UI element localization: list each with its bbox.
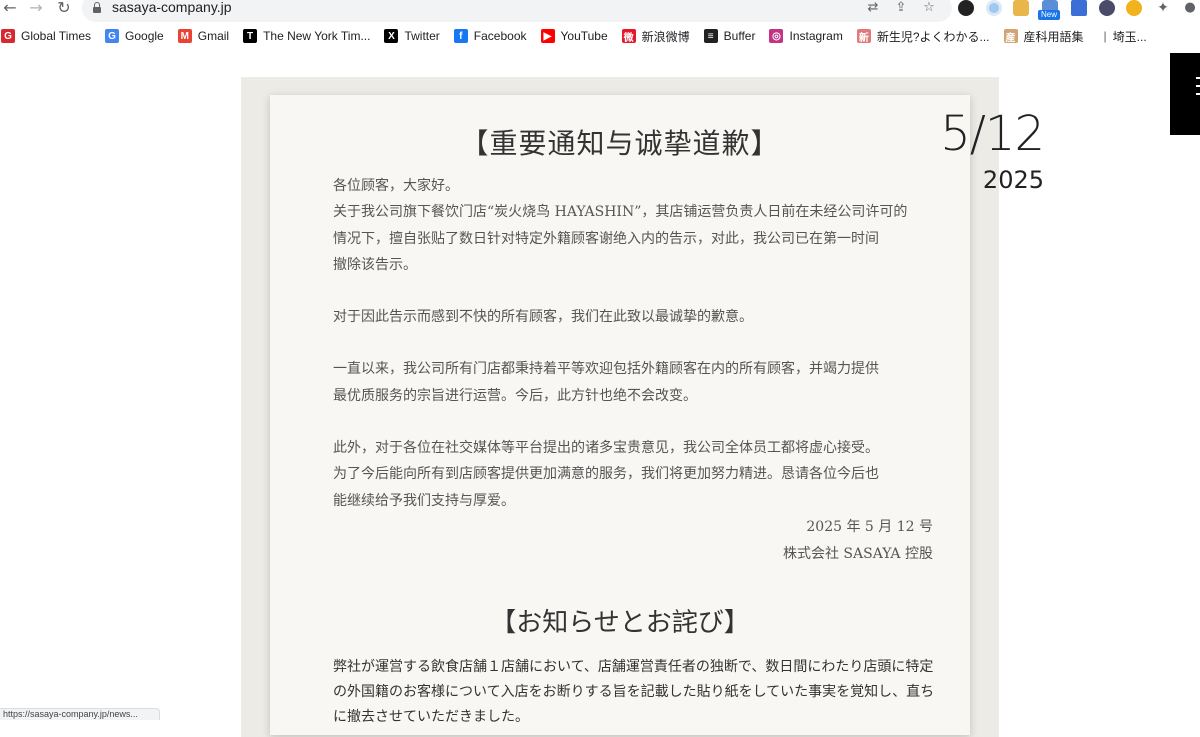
new-badge: New: [1038, 10, 1061, 20]
notice-line: 撤除该告示。: [333, 256, 417, 273]
notice-company-chinese: 株式会社 SASAYA 控股: [782, 546, 933, 562]
gmail-icon: M: [177, 29, 192, 43]
bookmark-item[interactable]: f Facebook: [453, 29, 527, 43]
extension-icon-2[interactable]: [986, 0, 1002, 16]
menu-icon: [1196, 77, 1200, 79]
forward-button[interactable]: →: [26, 0, 46, 18]
weibo-icon: 微: [621, 29, 636, 44]
glossary-icon: 産: [1003, 29, 1018, 44]
extensions-puzzle-icon[interactable]: ✦: [1155, 0, 1171, 16]
bookmark-item[interactable]: 新新生児?よくわかる...: [856, 28, 990, 45]
bookmark-item[interactable]: M Gmail: [177, 29, 230, 43]
bookmark-label: 埼玉...: [1112, 29, 1147, 44]
url-text[interactable]: sasaya-company.jp: [112, 0, 232, 15]
bookmark-label: 産科用語集: [1023, 29, 1084, 44]
google-icon: G: [105, 29, 120, 43]
notice-line: 一直以来，我公司所有门店都秉持着平等欢迎包括外籍顾客在内的所有顾客，并竭力提供: [333, 361, 879, 378]
extension-icon-6[interactable]: [1099, 0, 1115, 16]
nyt-icon: T: [243, 29, 258, 43]
notice-body-japanese: 弊社が運営する飲食店舗１店舗において、店舗運営責任者の独断で、数日間にわたり店頭…: [333, 655, 943, 730]
extension-icon-5[interactable]: [1071, 0, 1087, 16]
newborn-site-icon: 新: [856, 29, 871, 44]
extension-icon-7[interactable]: [1126, 0, 1142, 16]
bookmark-item[interactable]: G Google: [105, 29, 164, 43]
notice-line: 最优质服务的宗旨进行运营。今后，此方针也绝不会改变。: [333, 387, 697, 404]
bookmark-label: YouTube: [560, 29, 608, 43]
x-icon: X: [384, 29, 399, 43]
bookmark-label: 新生児?よくわかる...: [876, 29, 990, 44]
bookmark-label: 新浪微博: [641, 29, 690, 44]
bookmark-star-icon[interactable]: ☆: [921, 0, 937, 16]
notice-title-chinese: 【重要通知与诚挚道歉】: [460, 127, 780, 160]
browser-toolbar: ← → ↻ sasaya-company.jp ⇄ ⇪ ☆ New ✦ ●: [0, 0, 1200, 22]
status-url-bar: https://sasaya-company.jp/news...: [0, 708, 160, 720]
facebook-icon: f: [453, 29, 468, 43]
bookmark-item[interactable]: 産産科用語集: [1003, 28, 1084, 45]
notice-line: 情况下，擅自张贴了数日针对特定外籍顾客谢绝入内的告示，对此，我公司已在第一时间: [333, 230, 879, 247]
youtube-icon: ▶: [540, 29, 555, 43]
notice-line: 各位顾客，大家好。: [333, 178, 459, 194]
bookmark-item[interactable]: ◎ Instagram: [769, 29, 843, 43]
profile-icon[interactable]: ●: [1182, 0, 1198, 16]
bookmark-label: Google: [125, 29, 164, 43]
notice-line: 关于我公司旗下餐饮门店“炭火烧鸟 HAYASHIN”，其店铺运营负责人日前在未经…: [333, 204, 908, 221]
bookmarks-bar: G Global Times G Google M Gmail T The New York …: [0, 24, 1200, 48]
notice-title-japanese: 【お知らせとお詫び】: [490, 608, 750, 638]
back-button[interactable]: ←: [0, 0, 20, 18]
extension-icon-1[interactable]: [958, 0, 974, 16]
reload-button[interactable]: ↻: [54, 0, 74, 18]
lock-icon[interactable]: [92, 2, 102, 14]
extension-icon-3[interactable]: [1013, 0, 1029, 16]
bookmark-item[interactable]: G Global Times: [1, 29, 91, 43]
share-icon[interactable]: ⇪: [893, 0, 909, 16]
translate-icon[interactable]: ⇄: [865, 0, 881, 16]
news-date-year: 2025: [982, 166, 1044, 194]
bookmark-label: Twitter: [404, 29, 440, 43]
bookmark-label: The New York Tim...: [263, 29, 371, 43]
notice-line: 为了今后能向所有到店顾客提供更加满意的服务，我们将更加努力精进。恳请各位今后也: [333, 466, 879, 483]
bookmark-label: Global Times: [21, 29, 92, 43]
notice-line: 弊社が運営する飲食店舗１店舗において、店舗運営責任者の独断で、数日間にわたり店頭…: [333, 659, 934, 675]
bookmark-label: Gmail: [197, 29, 230, 43]
notice-line: 此外，对于各位在社交媒体等平台提出的诸多宝贵意见，我公司全体员工都将虚心接受。: [333, 440, 879, 457]
notice-line: 能继续给予我们支持与厚爱。: [333, 492, 515, 509]
notice-body-chinese: 各位顾客，大家好。关于我公司旗下餐饮门店“炭火烧鸟 HAYASHIN”，其店铺运…: [333, 173, 933, 514]
bookmark-label: Facebook: [473, 29, 527, 43]
bookmark-item[interactable]: T The New York Tim...: [243, 29, 370, 43]
bookmark-item[interactable]: ≡ Buffer: [703, 29, 756, 43]
buffer-icon: ≡: [703, 29, 718, 43]
bookmark-separator: |: [1103, 29, 1107, 43]
global-times-icon: G: [1, 29, 15, 43]
bookmark-item[interactable]: ▶ YouTube: [540, 29, 608, 43]
news-date-day: 5/12: [940, 106, 1045, 162]
hamburger-menu-button[interactable]: [1170, 53, 1200, 135]
bookmark-item[interactable]: X Twitter: [384, 29, 440, 43]
bookmark-item[interactable]: 埼玉...: [1113, 28, 1147, 45]
instagram-icon: ◎: [769, 29, 784, 43]
bookmark-label: Buffer: [723, 29, 756, 43]
bookmark-label: Instagram: [789, 29, 843, 43]
notice-line: 对于因此告示而感到不快的所有顾客，我们在此致以最诚挚的歉意。: [333, 309, 753, 326]
notice-date-chinese: 2025 年 5 月 12 号: [806, 519, 933, 535]
notice-line: に撤去させていただきました。: [333, 709, 529, 725]
notice-line: の外国籍のお客様について入店をお断りする旨を記載した貼り紙をしていた事実を覚知し…: [333, 684, 935, 700]
bookmark-item[interactable]: 微新浪微博: [621, 28, 690, 45]
